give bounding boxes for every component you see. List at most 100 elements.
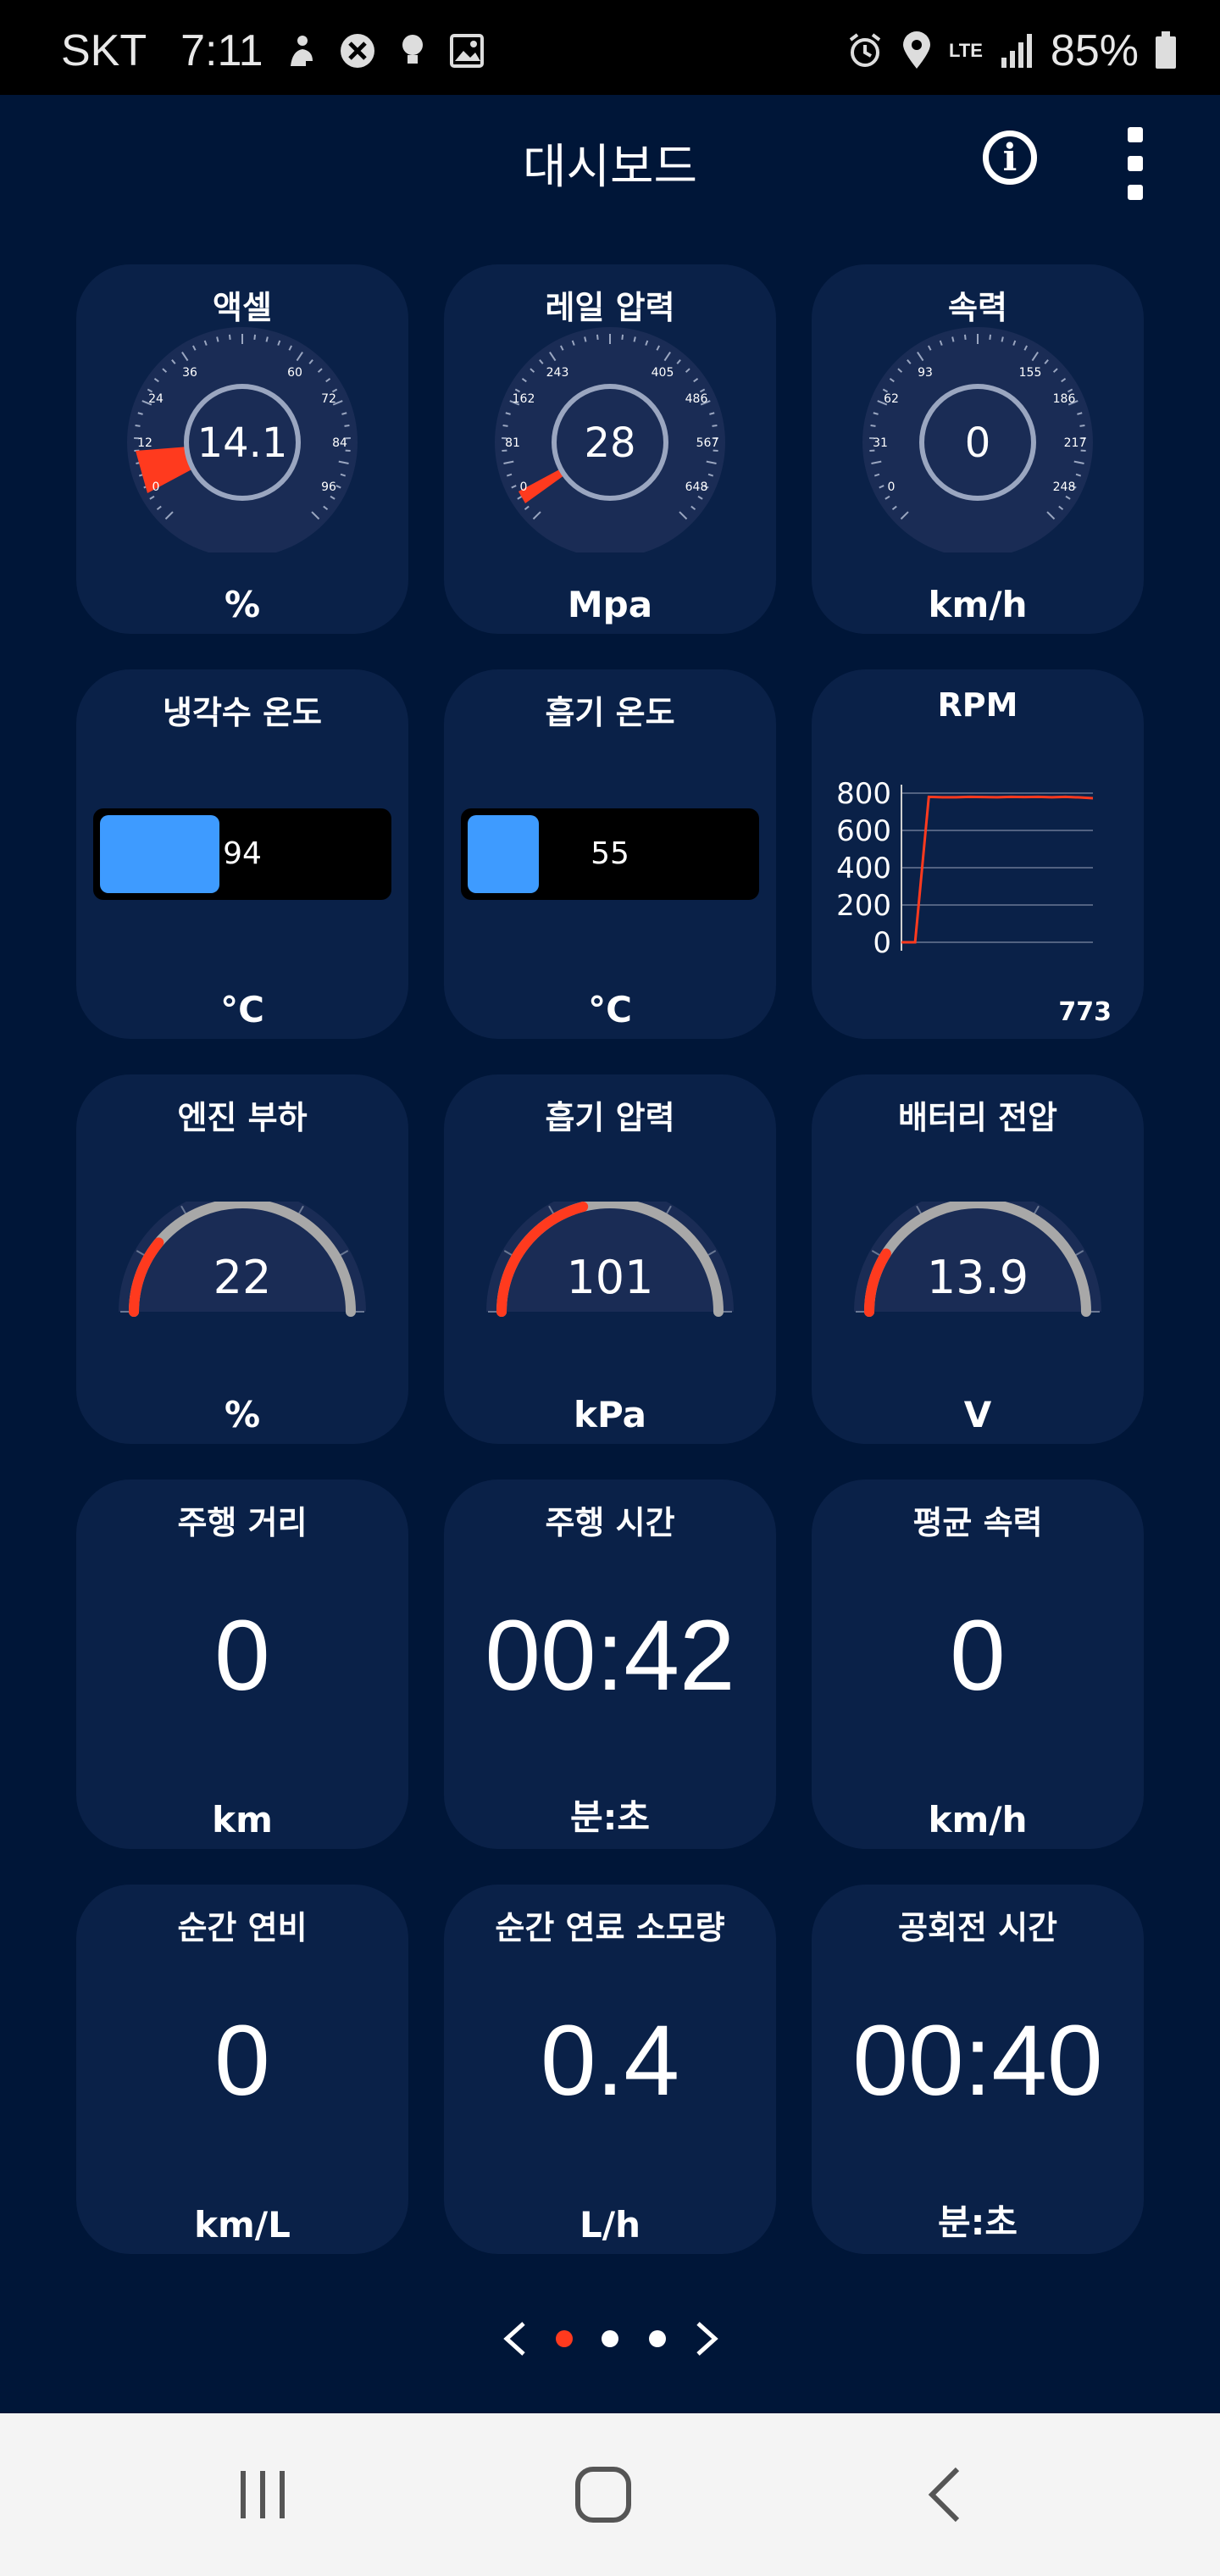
tile-intake-pressure[interactable]: 흡기 압력 101 kPa — [444, 1074, 776, 1444]
tile-intake-temp[interactable]: 흡기 온도 55 °C — [444, 669, 776, 1039]
home-icon[interactable] — [574, 2466, 632, 2523]
tile-title: 순간 연료 소모량 — [495, 1909, 725, 1946]
tile-unit: km/h — [928, 584, 1028, 625]
y-tick-label: 200 — [836, 889, 891, 923]
gauge-tick — [712, 424, 718, 427]
big-value: 0 — [214, 1600, 270, 1712]
alarm-icon — [849, 33, 881, 67]
page-dot[interactable] — [649, 2330, 666, 2347]
tile-title: RPM — [937, 686, 1018, 724]
temp-bar-value: 94 — [223, 836, 262, 871]
tile-battery-voltage[interactable]: 배터리 전압 13.9 V — [812, 1074, 1144, 1444]
tile-instant-economy[interactable]: 순간 연비 0 km/L — [76, 1885, 408, 2254]
status-right: LTE 85% — [846, 25, 1178, 76]
y-tick-label: 800 — [836, 777, 891, 811]
tile-avg-speed[interactable]: 평균 속력 0 km/h — [812, 1480, 1144, 1849]
tile-rpm[interactable]: RPM 0 200 400 600 800 773 — [812, 669, 1144, 1039]
location-icon — [903, 31, 930, 69]
tile-unit: % — [224, 1394, 261, 1435]
page-dot[interactable] — [602, 2330, 618, 2347]
carrier-label: SKT — [61, 26, 147, 75]
tile-unit: km — [212, 1799, 273, 1840]
tile-idle-time[interactable]: 공회전 시간 00:40 분:초 — [812, 1885, 1144, 2254]
tile-unit: 분:초 — [569, 1796, 651, 1838]
gauge-value: 14.1 — [197, 419, 288, 467]
tile-unit: 분:초 — [937, 2201, 1018, 2243]
page-title: 대시보드 — [522, 140, 698, 195]
tick-label: 567 — [696, 436, 719, 450]
back-icon[interactable] — [923, 2466, 964, 2523]
system-nav-bar — [0, 2413, 1220, 2576]
rpm-value: 773 — [1058, 997, 1112, 1027]
tile-trip-time[interactable]: 주행 시간 00:42 분:초 — [444, 1480, 776, 1849]
tick-label: 486 — [685, 392, 708, 406]
tile-title: 배터리 전압 — [897, 1099, 1058, 1136]
big-value: 00:42 — [485, 1600, 735, 1712]
gauge-value: 13.9 — [926, 1251, 1029, 1304]
tile-title: 액셀 — [213, 289, 272, 326]
gauge-tick — [135, 424, 141, 427]
more-dot — [1128, 156, 1143, 171]
more-dot — [1128, 185, 1143, 200]
tile-rail-pressure[interactable]: 레일 압력 0 81 162 243 405 486 567 648 28 Mp… — [444, 264, 776, 634]
big-value: 0 — [214, 2005, 270, 2117]
lte-icon: LTE — [949, 40, 983, 61]
gauge-tick — [216, 336, 219, 342]
tile-speed[interactable]: 속력 0 31 62 93 155 186 217 248 0 km/h — [812, 264, 1144, 634]
gauge-tick — [870, 424, 876, 427]
tick-label: 96 — [321, 480, 336, 494]
gauge-tick — [253, 334, 257, 340]
tile-engine-load[interactable]: 엔진 부하 22 % — [76, 1074, 408, 1444]
gauge-tick — [963, 334, 967, 340]
y-tick-label: 0 — [873, 926, 891, 960]
tile-title: 공회전 시간 — [897, 1909, 1058, 1946]
big-value: 0.4 — [540, 2005, 680, 2117]
image-icon — [449, 34, 484, 68]
more-options-button[interactable] — [1118, 127, 1152, 200]
tick-label: 186 — [1053, 392, 1076, 406]
tile-trip-distance[interactable]: 주행 거리 0 km — [76, 1480, 408, 1849]
battery-percent: 85% — [1050, 26, 1139, 75]
page-indicator — [0, 2322, 1220, 2356]
tile-title: 흡기 온도 — [545, 694, 675, 731]
dashboard-grid: 액셀 0 12 24 36 60 72 84 96 14.1 % 레일 압력 0… — [0, 227, 1220, 2413]
tile-title: 주행 시간 — [545, 1504, 675, 1541]
more-dot — [1128, 127, 1143, 142]
tile-unit: km/L — [194, 2204, 291, 2246]
tick-label: 217 — [1064, 436, 1087, 450]
info-button[interactable]: i — [983, 130, 1037, 185]
tick-label: 31 — [873, 436, 888, 450]
blocked-icon — [340, 34, 374, 68]
tick-label: 648 — [685, 480, 708, 494]
big-value: 00:40 — [852, 2005, 1103, 2117]
tile-unit: kPa — [574, 1394, 646, 1435]
tick-label: 72 — [321, 392, 336, 406]
bulb-icon — [402, 35, 423, 64]
tick-label: 24 — [148, 392, 164, 406]
signal-icon — [1001, 34, 1032, 68]
tile-instant-fuel[interactable]: 순간 연료 소모량 0.4 L/h — [444, 1885, 776, 2254]
speed-gauge: 0 31 62 93 155 186 217 248 0 — [862, 327, 1093, 552]
app-bar: 대시보드 i — [0, 95, 1220, 227]
tile-title: 주행 거리 — [177, 1504, 308, 1541]
gauge-tick — [344, 424, 350, 427]
tile-title: 엔진 부하 — [177, 1099, 308, 1136]
tile-accelerator[interactable]: 액셀 0 12 24 36 60 72 84 96 14.1 % — [76, 264, 408, 634]
recent-apps-icon[interactable] — [236, 2468, 290, 2522]
tile-unit: L/h — [579, 2204, 640, 2246]
chevron-left-icon[interactable] — [498, 2320, 532, 2357]
rail-pressure-gauge: 0 81 162 243 405 486 567 648 28 — [495, 327, 725, 552]
big-value: 0 — [950, 1600, 1006, 1712]
temp-bar: 55 — [461, 808, 759, 900]
tile-title: 평균 속력 — [912, 1504, 1043, 1541]
gauge-value: 28 — [584, 419, 635, 467]
tick-label: 0 — [520, 480, 528, 494]
gauge-tick — [621, 334, 624, 340]
chevron-right-icon[interactable] — [690, 2320, 724, 2357]
tile-coolant-temp[interactable]: 냉각수 온도 94 °C — [76, 669, 408, 1039]
rpm-chart: 0200400 600800 — [836, 777, 1094, 960]
tick-label: 405 — [652, 366, 674, 380]
page-dot-active[interactable] — [556, 2330, 573, 2347]
tick-label: 0 — [888, 480, 896, 494]
temp-bar: 94 — [93, 808, 391, 900]
